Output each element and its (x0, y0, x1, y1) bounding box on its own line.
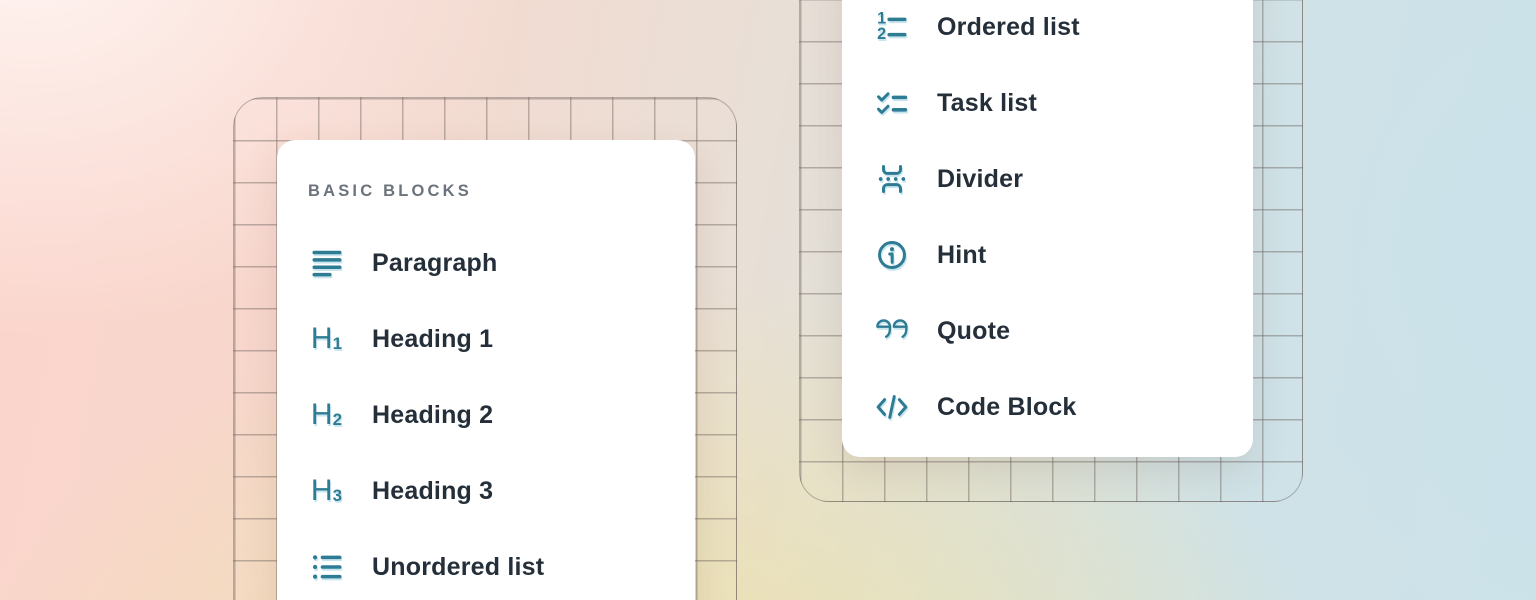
heading-3-icon: H 3 (308, 476, 345, 506)
task-list-icon (873, 86, 910, 120)
menu-item-heading-3[interactable]: H 3 Heading 3 (277, 453, 695, 529)
menu-item-unordered-list[interactable]: Unordered list (277, 529, 695, 600)
menu-item-label: Heading 2 (372, 401, 493, 430)
menu-item-label: Heading 3 (372, 477, 493, 506)
menu-item-paragraph[interactable]: Paragraph (277, 225, 695, 301)
blocks-list: 1 2 Ordered list Task list (842, 0, 1253, 445)
code-block-icon (873, 390, 910, 424)
menu-item-code-block[interactable]: Code Block (842, 369, 1253, 445)
menu-item-label: Task list (937, 89, 1037, 118)
menu-item-label: Quote (937, 317, 1010, 346)
menu-item-ordered-list[interactable]: 1 2 Ordered list (842, 0, 1253, 65)
unordered-list-icon (308, 550, 345, 584)
divider-icon (873, 162, 910, 196)
hero-background: BASIC BLOCKS Paragraph H 1 Heading 1 (0, 0, 1536, 600)
menu-item-label: Unordered list (372, 553, 544, 582)
hint-icon (873, 238, 910, 272)
menu-item-label: Ordered list (937, 13, 1080, 42)
menu-item-label: Divider (937, 165, 1023, 194)
section-label: BASIC BLOCKS (308, 182, 472, 201)
menu-item-divider[interactable]: Divider (842, 141, 1253, 217)
menu-item-hint[interactable]: Hint (842, 217, 1253, 293)
paragraph-icon (308, 246, 345, 280)
menu-item-quote[interactable]: Quote (842, 293, 1253, 369)
basic-blocks-menu: BASIC BLOCKS Paragraph H 1 Heading 1 (277, 140, 695, 600)
menu-item-heading-2[interactable]: H 2 Heading 2 (277, 377, 695, 453)
menu-item-label: Paragraph (372, 249, 497, 278)
heading-1-icon: H 1 (308, 324, 345, 354)
menu-item-label: Hint (937, 241, 986, 270)
menu-item-label: Code Block (937, 393, 1077, 422)
menu-item-label: Heading 1 (372, 325, 493, 354)
svg-text:2: 2 (877, 25, 886, 43)
basic-blocks-list: Paragraph H 1 Heading 1 H 2 (277, 225, 695, 600)
blocks-menu-continued: 1 2 Ordered list Task list (842, 0, 1253, 457)
ordered-list-icon: 1 2 (873, 10, 910, 44)
menu-item-heading-1[interactable]: H 1 Heading 1 (277, 301, 695, 377)
heading-2-icon: H 2 (308, 400, 345, 430)
quote-icon (873, 316, 910, 346)
menu-item-task-list[interactable]: Task list (842, 65, 1253, 141)
